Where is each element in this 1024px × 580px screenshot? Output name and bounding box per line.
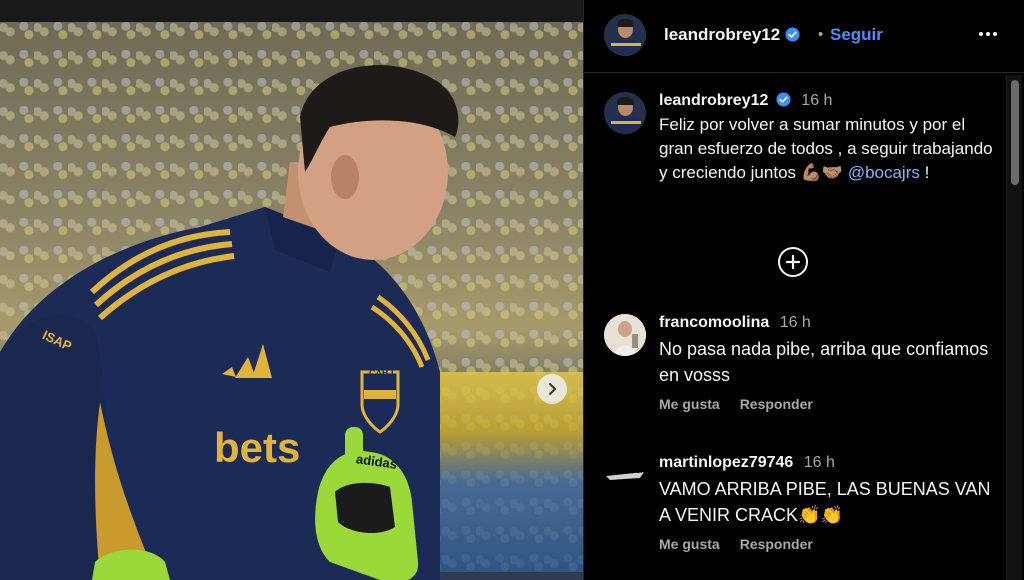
next-photo-button[interactable] <box>537 374 567 404</box>
crest-text: CABJ <box>369 368 394 378</box>
author-avatar[interactable] <box>604 14 646 56</box>
top-strip <box>0 0 583 22</box>
reply-comment-button[interactable]: Responder <box>740 396 813 412</box>
verified-icon <box>785 27 800 42</box>
commenter-avatar[interactable]: METALLICA <box>604 454 646 496</box>
scrollbar-thumb[interactable] <box>1011 80 1019 185</box>
caption-mention-link[interactable]: @bocajrs <box>848 163 920 182</box>
more-options-icon[interactable] <box>976 24 1000 44</box>
goalkeeper-illustration <box>0 65 459 580</box>
commenter-username[interactable]: francomoolina <box>659 314 769 331</box>
caption-time: 16 h <box>801 92 833 109</box>
separator-dot: • <box>818 26 824 43</box>
load-more-comments-button[interactable] <box>778 247 808 277</box>
author-username-text[interactable]: leandrobrey12 <box>664 25 780 44</box>
caption-avatar[interactable] <box>604 92 646 134</box>
reply-comment-button[interactable]: Responder <box>740 536 813 552</box>
commenter-avatar-logo-text: METALLICA <box>609 469 646 475</box>
post-header: leandrobrey12 • Seguir <box>584 0 1024 73</box>
shirt-sponsor-text: bets <box>214 424 301 471</box>
follow-button[interactable]: Seguir <box>830 25 883 45</box>
verified-icon <box>776 92 791 107</box>
add-circle-icon <box>785 254 801 270</box>
commenter-avatar[interactable] <box>604 314 646 356</box>
like-comment-button[interactable]: Me gusta <box>659 396 720 412</box>
comment-text: VAMO ARRIBA PIBE, LAS BUENAS VAN A VENIR… <box>659 479 991 525</box>
comments-scrollbar[interactable] <box>1006 75 1022 580</box>
comment-time: 16 h <box>779 314 811 331</box>
post-photo: bets adidas CABJ ISAP <box>0 22 583 580</box>
comment-time: 16 h <box>803 454 835 471</box>
comment-text: No pasa nada pibe, arriba que confiamos … <box>659 339 989 385</box>
author-username[interactable]: leandrobrey12 <box>664 25 800 45</box>
chevron-right-icon <box>549 383 556 395</box>
caption-text: Feliz por volver a sumar minutos y por e… <box>659 115 993 182</box>
caption-end: ! <box>919 163 930 182</box>
like-comment-button[interactable]: Me gusta <box>659 536 720 552</box>
caption-text-block: Feliz por volver a sumar minutos y por e… <box>659 113 999 185</box>
caption-username[interactable]: leandrobrey12 <box>659 92 768 109</box>
commenter-username[interactable]: martinlopez79746 <box>659 454 793 471</box>
post-details-panel: leandrobrey12 • Seguir leandrobrey12 16 … <box>583 0 1024 580</box>
